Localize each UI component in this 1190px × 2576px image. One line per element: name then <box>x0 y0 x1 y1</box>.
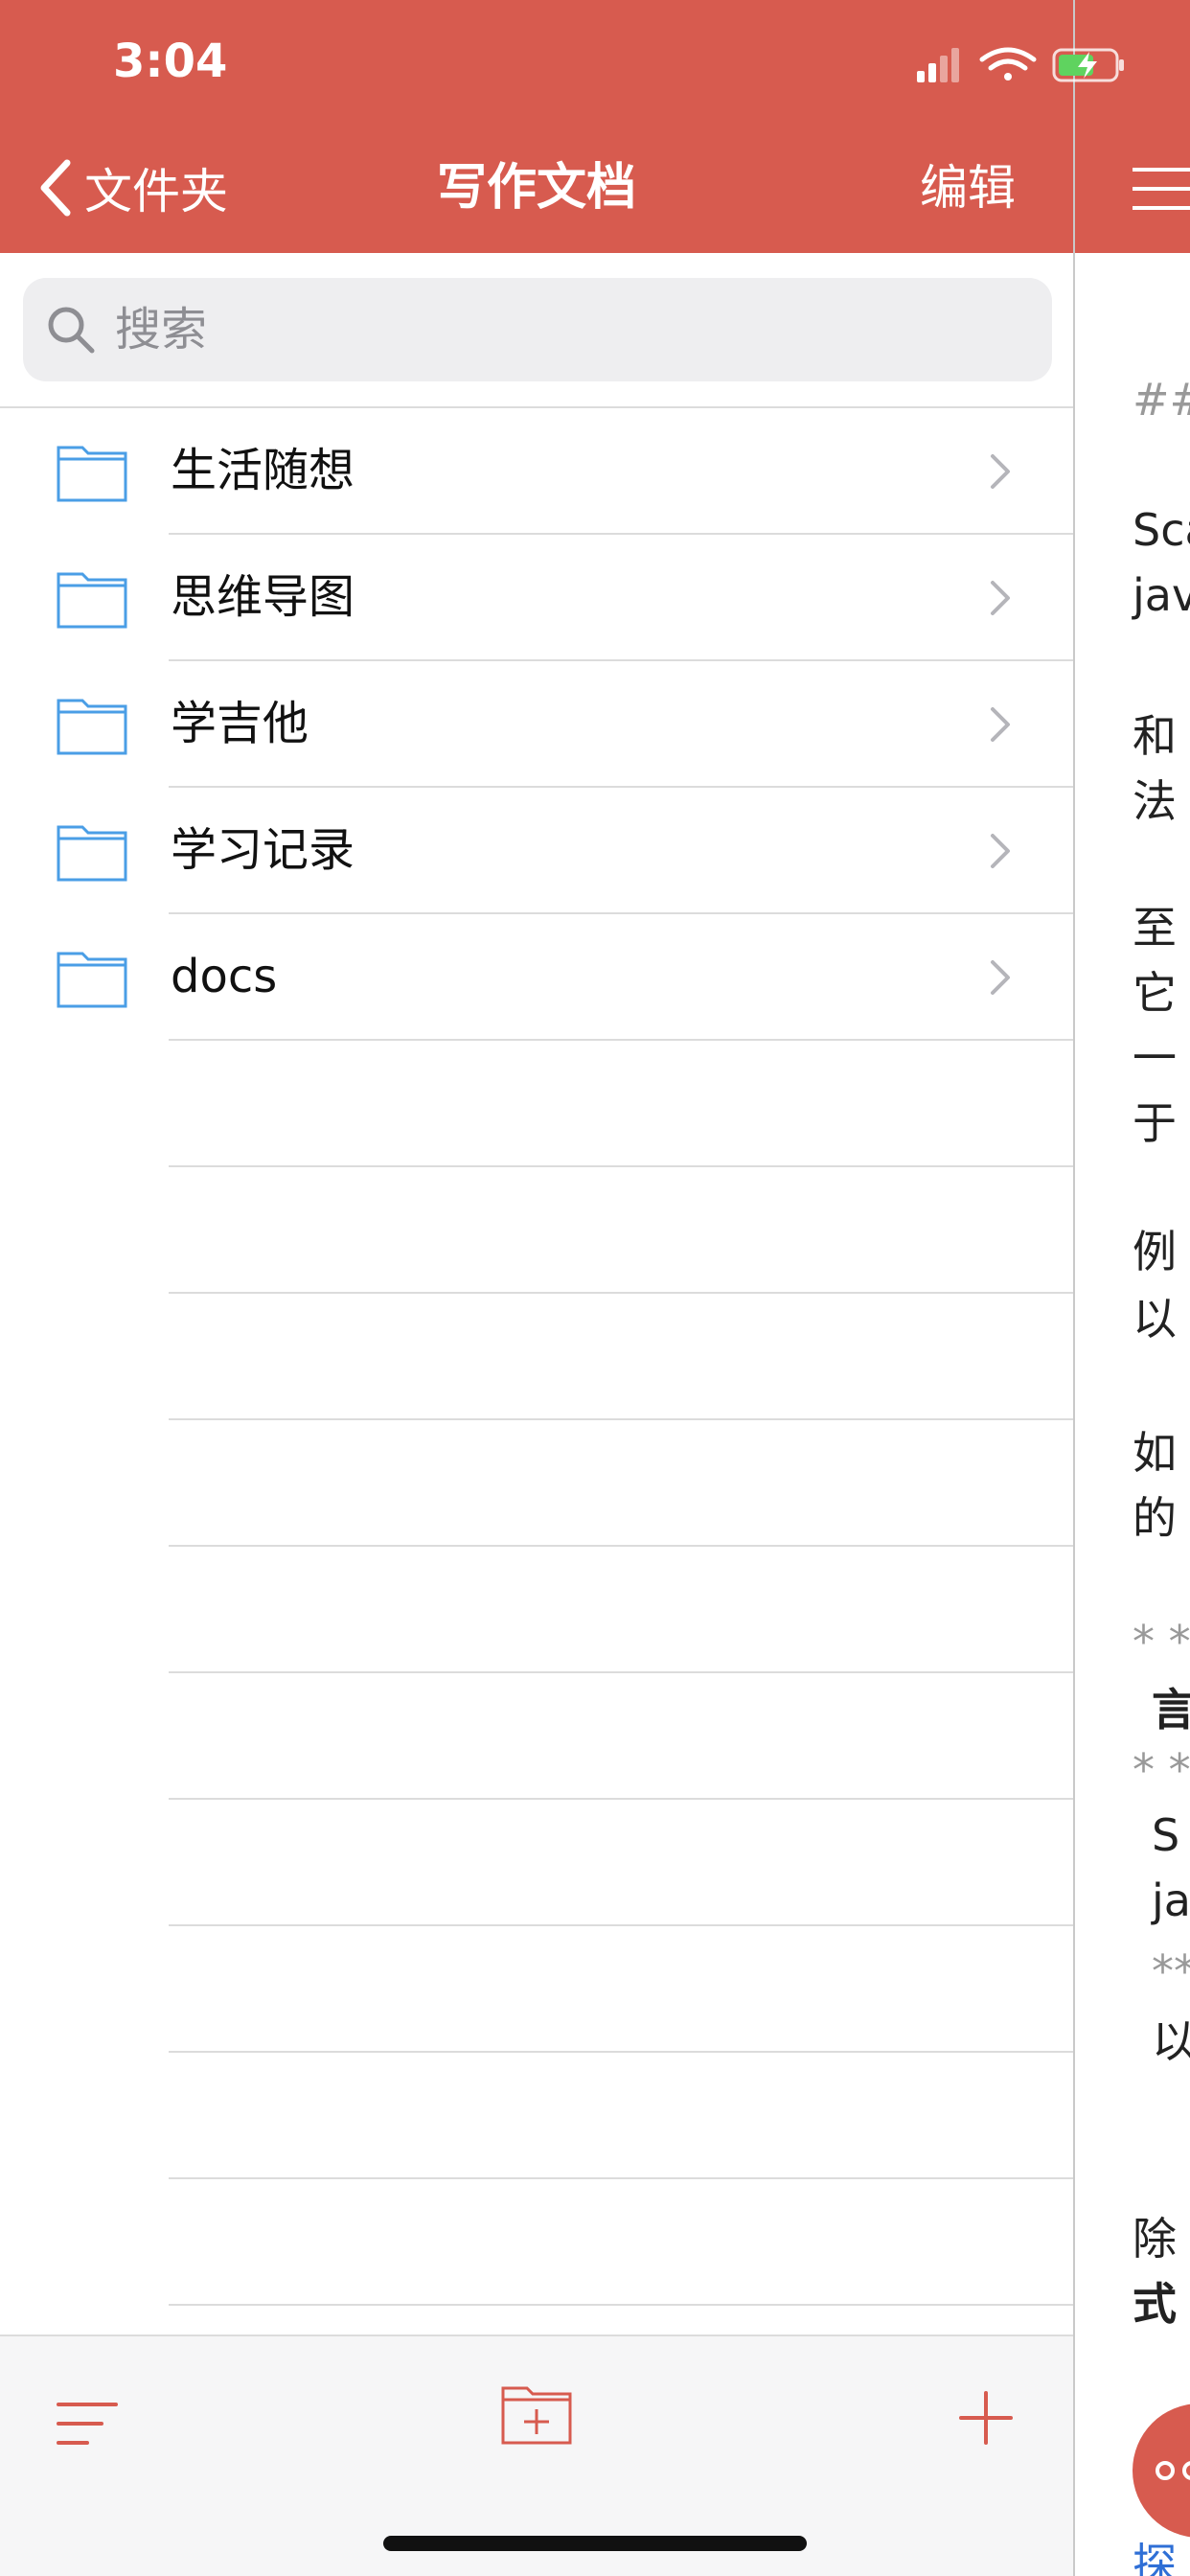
preview-line: 以 <box>1152 2015 1190 2067</box>
folder-icon <box>57 446 127 502</box>
preview-line: 言 <box>1152 1684 1190 1736</box>
folder-row[interactable]: 学吉他 <box>0 661 1073 788</box>
preview-line: * ** <box>1133 1616 1190 1668</box>
folder-row[interactable]: 学习记录 <box>0 788 1073 914</box>
folder-icon <box>57 952 127 1008</box>
empty-row <box>0 1547 1073 1673</box>
document-preview-pane: ##Scajav和法至它一于例以如的* **言* **Sja**以除式探 <box>1075 0 1190 2576</box>
preview-line: 法 <box>1133 775 1177 827</box>
more-icon <box>1156 2461 1190 2480</box>
chevron-right-icon <box>991 707 1010 742</box>
search-input[interactable] <box>113 302 979 357</box>
folder-name: 生活随想 <box>171 444 355 497</box>
preview-line: 例 <box>1133 1226 1177 1277</box>
folder-name: 思维导图 <box>171 570 355 624</box>
preview-line: 和 <box>1133 710 1177 762</box>
empty-row <box>0 1041 1073 1167</box>
row-divider <box>169 2304 1073 2306</box>
more-button[interactable] <box>1133 2404 1190 2538</box>
preview-line: 于 <box>1133 1097 1177 1149</box>
empty-row <box>0 1167 1073 1294</box>
preview-line: 式 <box>1133 2278 1177 2330</box>
folder-row[interactable]: 思维导图 <box>0 535 1073 661</box>
folder-list: 生活随想 思维导图 学吉他 学习记录 docs <box>0 408 1073 2306</box>
menu-icon[interactable] <box>1131 165 1190 213</box>
page-title: 写作文档 <box>436 159 636 217</box>
empty-row <box>0 1294 1073 1420</box>
chevron-right-icon <box>991 454 1010 489</box>
status-icons <box>917 47 1124 82</box>
chevron-right-icon <box>991 960 1010 995</box>
empty-row <box>0 2053 1073 2179</box>
empty-row <box>0 1926 1073 2053</box>
preview-line: 以 <box>1133 1293 1177 1345</box>
folder-icon <box>57 572 127 629</box>
search-icon <box>48 307 95 354</box>
folder-name: 学吉他 <box>171 697 309 750</box>
preview-line: jav <box>1133 569 1190 621</box>
preview-line: 它 <box>1133 967 1177 1019</box>
preview-line: ** <box>1152 1945 1190 1997</box>
add-icon[interactable] <box>958 2390 1014 2446</box>
preview-line: Sca <box>1133 504 1190 556</box>
preview-line: 如 <box>1133 1427 1177 1479</box>
folder-row[interactable]: docs <box>0 914 1073 1041</box>
battery-icon <box>1052 48 1124 82</box>
folder-name: 学习记录 <box>171 823 355 877</box>
empty-row <box>0 1673 1073 1800</box>
empty-row <box>0 1800 1073 1926</box>
new-folder-icon[interactable] <box>500 2382 573 2446</box>
empty-row <box>0 1420 1073 1547</box>
folder-list-pane: 3:04 文件夹 写作文档 编辑 生活随想 思维导图 <box>0 0 1073 2576</box>
preview-line: 探 <box>1133 2539 1177 2576</box>
preview-line: ja <box>1152 1874 1190 1926</box>
preview-line: * ** <box>1133 1744 1190 1796</box>
home-indicator <box>383 2536 807 2551</box>
status-time: 3:04 <box>113 34 228 88</box>
preview-line: 的 <box>1133 1492 1177 1544</box>
folder-name: docs <box>171 950 278 1003</box>
chevron-right-icon <box>991 834 1010 868</box>
edit-button[interactable]: 编辑 <box>920 153 1016 222</box>
folder-icon <box>57 825 127 882</box>
empty-row <box>0 2179 1073 2306</box>
chevron-right-icon <box>991 581 1010 615</box>
preview-line: S <box>1152 1809 1180 1861</box>
signal-icon <box>917 48 959 82</box>
folder-icon <box>57 699 127 755</box>
preview-line: 除 <box>1133 2213 1177 2265</box>
nav-header: 3:04 文件夹 写作文档 编辑 <box>0 0 1073 253</box>
search-bar[interactable] <box>23 278 1052 381</box>
sort-icon[interactable] <box>56 2400 119 2448</box>
preview-line: 一 <box>1133 1032 1177 1084</box>
preview-header <box>1075 0 1190 253</box>
preview-line: ## <box>1133 374 1190 426</box>
preview-line: 至 <box>1133 902 1177 954</box>
wifi-icon <box>979 47 1037 80</box>
folder-row[interactable]: 生活随想 <box>0 408 1073 535</box>
